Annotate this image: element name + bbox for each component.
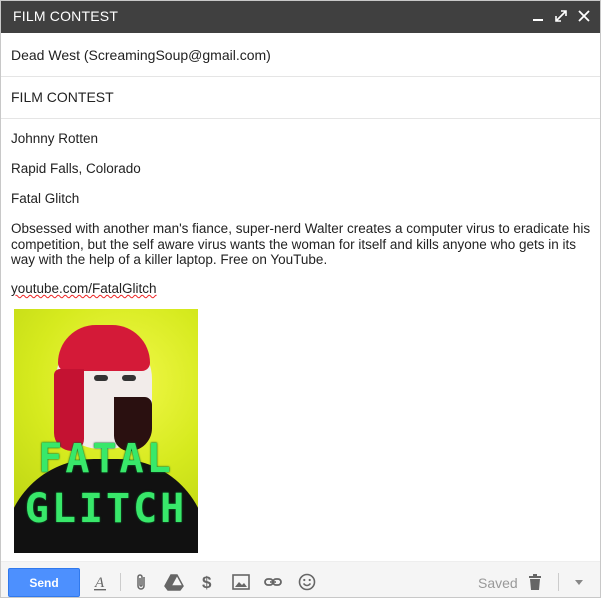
close-icon[interactable] (575, 7, 593, 25)
poster-figure-eye-right (122, 375, 136, 381)
subject-field[interactable]: FILM CONTEST (1, 77, 600, 119)
svg-text:A: A (94, 575, 105, 591)
send-button[interactable]: Send (8, 568, 80, 597)
window-title: FILM CONTEST (13, 8, 119, 24)
film-poster-image[interactable]: FATAL GLITCH (14, 309, 198, 553)
money-icon[interactable]: $ (198, 572, 218, 592)
expand-icon[interactable] (552, 7, 570, 25)
subject-text: FILM CONTEST (11, 89, 114, 105)
svg-text:$: $ (202, 573, 212, 592)
compose-window: FILM CONTEST Dead West (ScreamingSoup@gm… (0, 0, 601, 598)
recipients-field[interactable]: Dead West (ScreamingSoup@gmail.com) (1, 34, 600, 77)
body-film-title: Fatal Glitch (11, 191, 80, 206)
discard-draft-icon[interactable] (525, 572, 545, 592)
insert-link-icon[interactable] (263, 572, 283, 592)
saved-status: Saved (478, 575, 518, 591)
message-body[interactable]: Johnny Rotten Rapid Falls, Colorado Fata… (11, 119, 593, 559)
body-synopsis: Obsessed with another man's fiance, supe… (11, 221, 591, 267)
formatting-options-icon[interactable]: A (90, 572, 110, 592)
toolbar-divider (120, 573, 121, 591)
body-name: Johnny Rotten (11, 131, 99, 146)
attach-file-icon[interactable] (132, 572, 152, 592)
poster-title-line2: GLITCH (24, 486, 188, 532)
body-location: Rapid Falls, Colorado (11, 161, 141, 176)
emoji-icon[interactable] (297, 572, 317, 592)
more-options-icon[interactable] (569, 572, 589, 592)
google-drive-icon[interactable] (164, 572, 184, 592)
compose-titlebar[interactable]: FILM CONTEST (1, 1, 600, 33)
poster-title-line1: FATAL (38, 436, 174, 482)
recipient-chip[interactable]: Dead West (ScreamingSoup@gmail.com) (11, 47, 271, 63)
poster-figure-eye-left (94, 375, 108, 381)
minimize-icon[interactable] (529, 7, 547, 25)
body-link[interactable]: youtube.com/FatalGlitch (11, 281, 157, 297)
insert-photo-icon[interactable] (231, 572, 251, 592)
toolbar-divider (558, 573, 559, 591)
compose-toolbar: Send A $ Saved (1, 561, 600, 597)
